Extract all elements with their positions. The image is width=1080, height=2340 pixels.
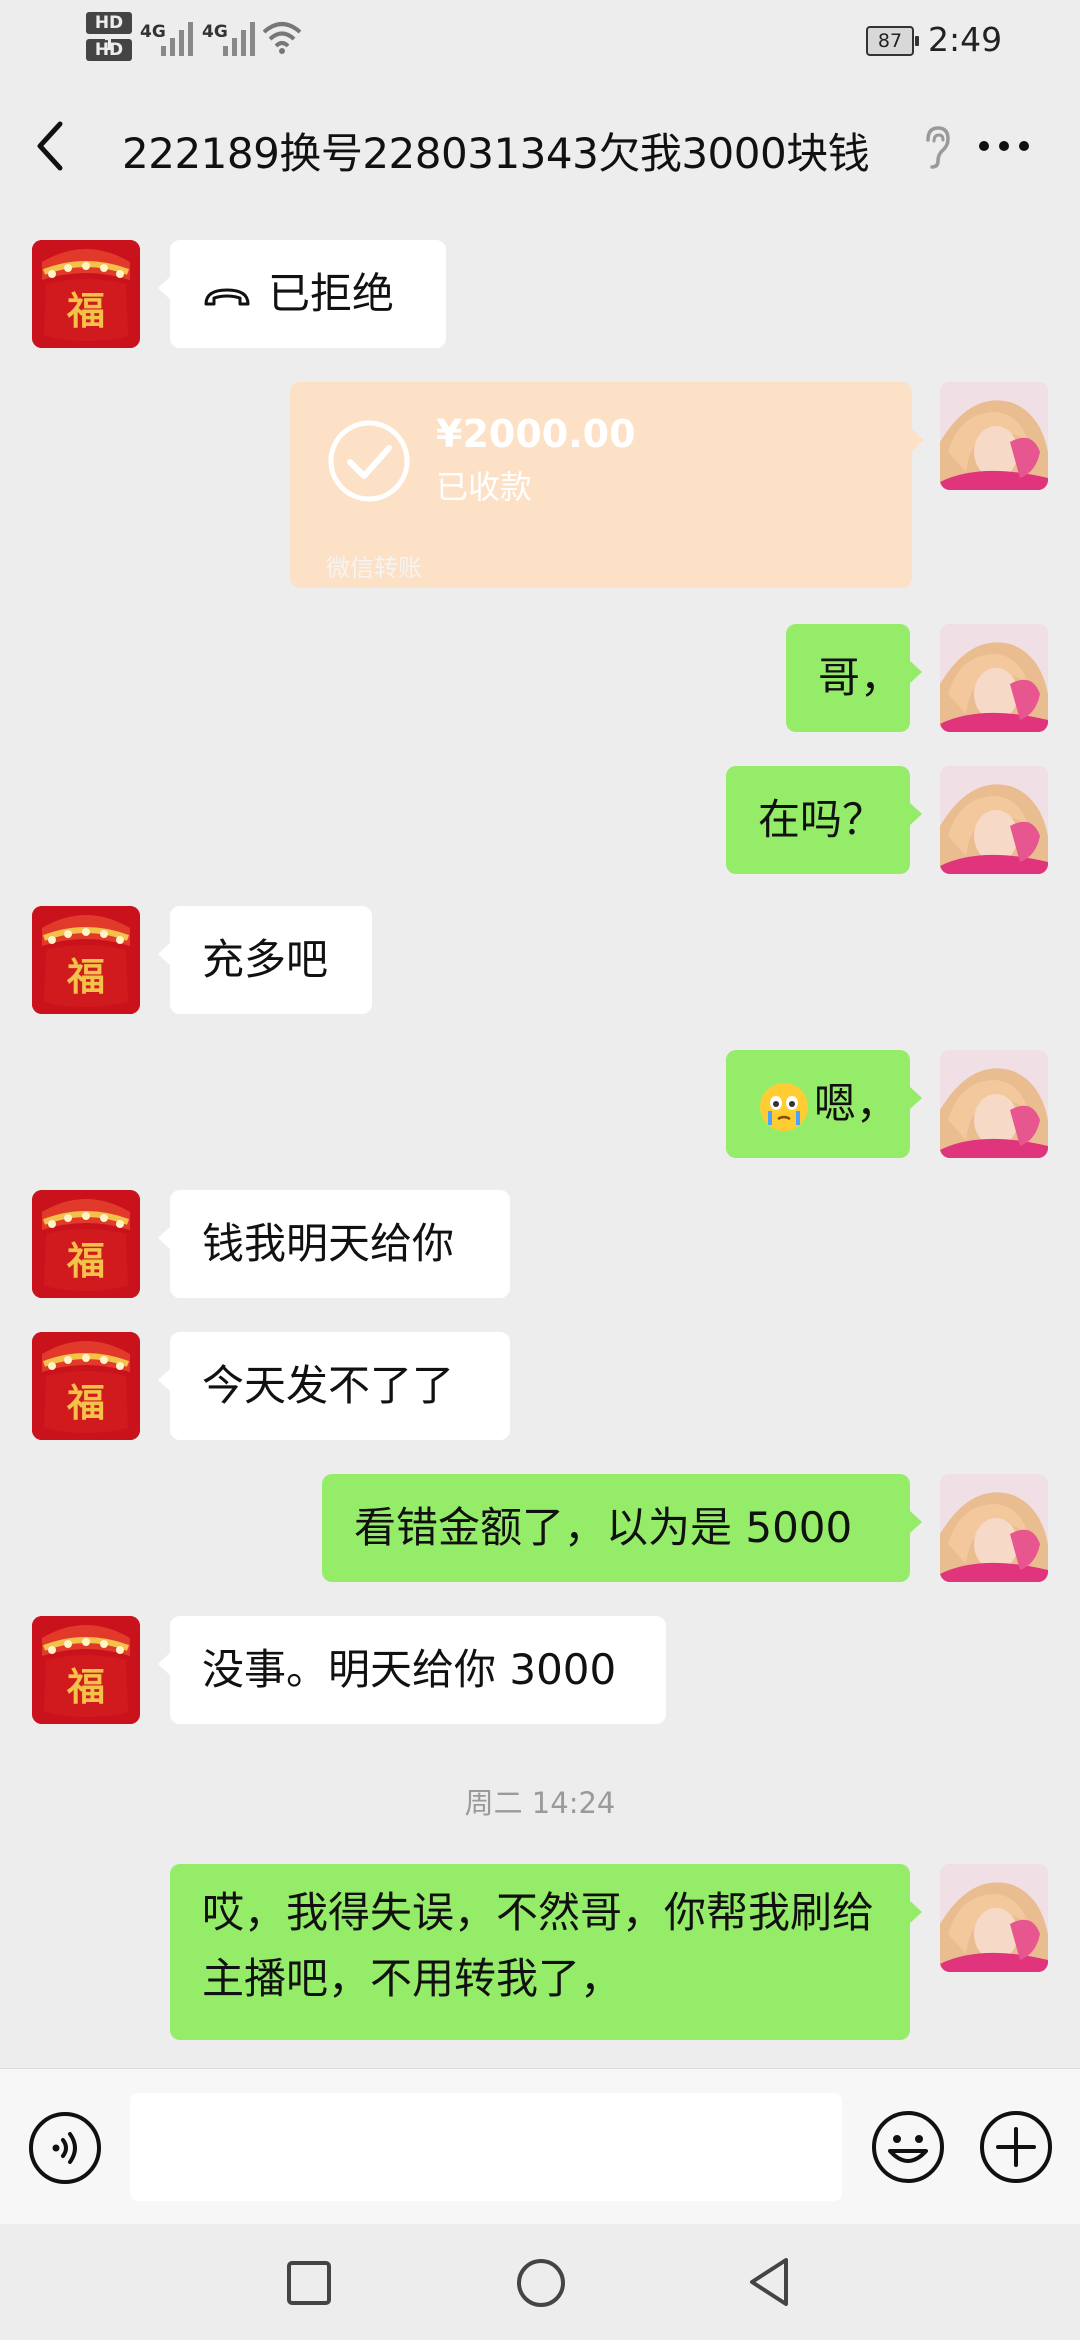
- chat-header: 222189换号228031343欠我3000块钱: [0, 80, 1080, 212]
- chat-input-bar: [0, 2068, 1080, 2225]
- message-text: 没事。明天给你 3000: [202, 1645, 617, 1694]
- svg-text:福: 福: [66, 1664, 105, 1709]
- home-icon[interactable]: [514, 2256, 568, 2310]
- message-timestamp: 周二 14:24: [464, 1786, 616, 1820]
- more-dots-icon[interactable]: [976, 138, 1032, 154]
- transfer-card[interactable]: ¥2000.00 已收款 微信转账: [290, 382, 924, 588]
- message-bubble[interactable]: 嗯，: [726, 1050, 922, 1158]
- smiley-icon[interactable]: [870, 2109, 946, 2185]
- message-text: 嗯，: [814, 1079, 899, 1128]
- fu-bag-icon: 福: [32, 1332, 140, 1440]
- my-avatar[interactable]: [940, 1864, 1048, 1972]
- fu-bag-icon: 福: [32, 240, 140, 348]
- user-photo-icon: [940, 1050, 1048, 1158]
- user-photo-icon: [940, 382, 1048, 490]
- call-status-text: 已拒绝: [268, 269, 395, 318]
- my-avatar[interactable]: [940, 766, 1048, 874]
- message-bubble-call[interactable]: 已拒绝: [158, 240, 446, 348]
- transfer-status: 已收款: [436, 468, 533, 506]
- chat-screen: HD 1 HD 2 4G 4G 87 2:49 222189换号22803134…: [0, 0, 1080, 2340]
- nav-back-icon[interactable]: [744, 2254, 794, 2310]
- svg-text:福: 福: [66, 954, 105, 999]
- svg-text:福: 福: [66, 288, 105, 333]
- signal-icon: [223, 22, 255, 56]
- hd-badge-1: HD 1: [86, 12, 132, 55]
- user-photo-icon: [940, 766, 1048, 874]
- chevron-left-icon[interactable]: [30, 118, 70, 174]
- user-photo-icon: [940, 624, 1048, 732]
- contact-avatar[interactable]: 福: [32, 1616, 140, 1724]
- crying-face-emoji-icon: [760, 1082, 808, 1131]
- hang-up-icon: [204, 288, 250, 305]
- my-avatar[interactable]: [940, 382, 1048, 490]
- message-bubble[interactable]: 在吗？: [726, 766, 922, 874]
- transfer-amount: ¥2000.00: [436, 412, 636, 456]
- fu-bag-icon: 福: [32, 1616, 140, 1724]
- message-bubble[interactable]: 充多吧: [158, 906, 372, 1014]
- my-avatar[interactable]: [940, 1474, 1048, 1582]
- chat-title: 222189换号228031343欠我3000块钱: [122, 129, 870, 178]
- fu-bag-icon: 福: [32, 1190, 140, 1298]
- message-text: 钱我明天给你: [202, 1219, 455, 1268]
- contact-avatar[interactable]: 福: [32, 240, 140, 348]
- message-text: 今天发不了了: [202, 1361, 455, 1410]
- recent-apps-icon[interactable]: [284, 2258, 334, 2308]
- hd-indicators: HD 1 HD 2: [86, 12, 132, 82]
- ear-icon[interactable]: [920, 124, 954, 170]
- message-bubble[interactable]: 没事。明天给你 3000: [158, 1616, 666, 1724]
- signal-icon: [161, 22, 193, 56]
- voice-icon[interactable]: [28, 2111, 102, 2185]
- contact-avatar[interactable]: 福: [32, 1190, 140, 1298]
- hd-badge-2: HD 2: [86, 39, 132, 82]
- message-text: 哥，: [818, 653, 903, 702]
- plus-icon[interactable]: [978, 2109, 1054, 2185]
- message-bubble[interactable]: 看错金额了，以为是 5000: [322, 1474, 922, 1582]
- status-bar: HD 1 HD 2 4G 4G 87 2:49: [0, 0, 1080, 82]
- svg-text:福: 福: [66, 1238, 105, 1283]
- system-navigation-bar: [0, 2224, 1080, 2340]
- message-text: 在吗？: [758, 795, 885, 844]
- message-text: 看错金额了，以为是 5000: [354, 1503, 853, 1552]
- contact-avatar[interactable]: 福: [32, 906, 140, 1014]
- message-input[interactable]: [130, 2093, 842, 2201]
- check-circle-icon: [328, 420, 410, 502]
- wifi-icon: [262, 22, 302, 54]
- transfer-footer: 微信转账: [326, 554, 422, 582]
- clock: 2:49: [928, 20, 1003, 59]
- user-photo-icon: [940, 1864, 1048, 1972]
- message-text: 充多吧: [202, 935, 329, 984]
- user-photo-icon: [940, 1474, 1048, 1582]
- fu-bag-icon: 福: [32, 906, 140, 1014]
- svg-text:福: 福: [66, 1380, 105, 1425]
- message-text: 哎，我得失误，不然哥，你帮我刷给主播吧，不用转我了，: [202, 1888, 875, 2003]
- message-bubble[interactable]: 钱我明天给你: [158, 1190, 510, 1298]
- message-bubble[interactable]: 哥，: [786, 624, 922, 732]
- my-avatar[interactable]: [940, 1050, 1048, 1158]
- message-bubble[interactable]: 哎，我得失误，不然哥，你帮我刷给主播吧，不用转我了，: [170, 1864, 922, 2040]
- message-bubble[interactable]: 今天发不了了: [158, 1332, 510, 1440]
- my-avatar[interactable]: [940, 624, 1048, 732]
- battery-indicator: 87: [866, 26, 919, 56]
- contact-avatar[interactable]: 福: [32, 1332, 140, 1440]
